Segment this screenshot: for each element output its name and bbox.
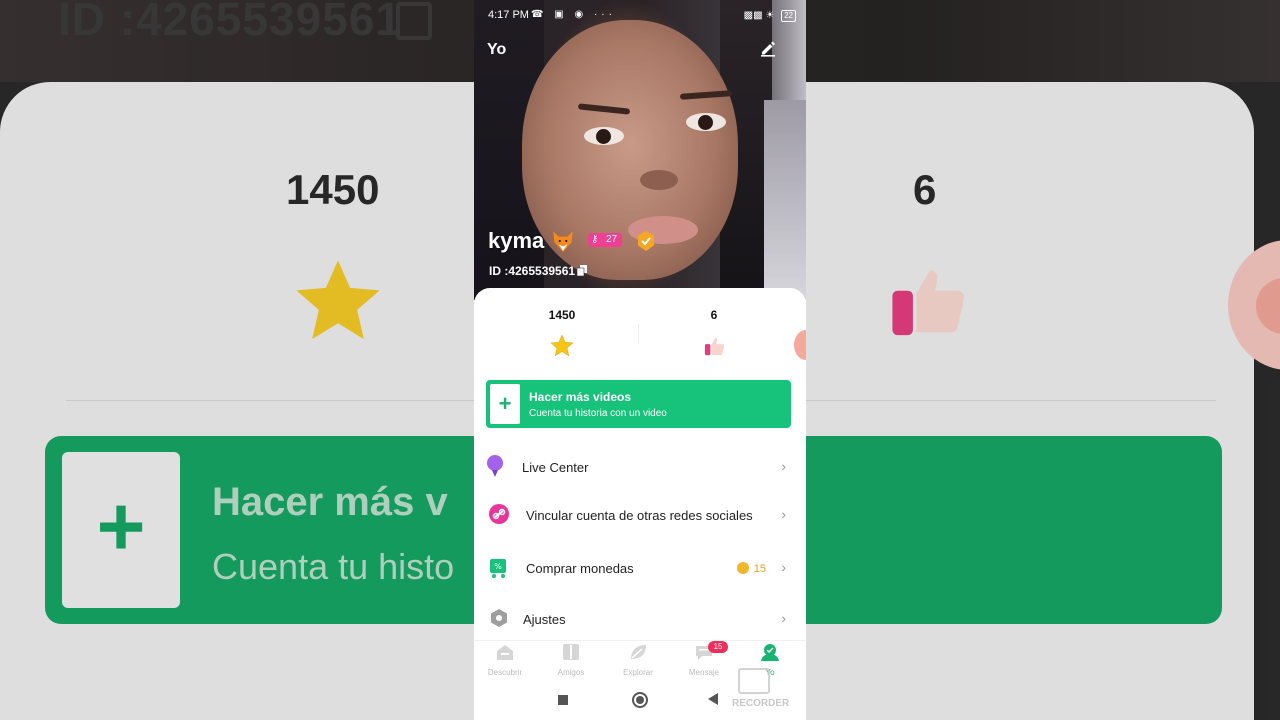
chevron-right-icon: › (781, 506, 786, 522)
brow-left (577, 103, 631, 115)
key-icon: ⚷ (591, 234, 599, 245)
profile-icon (761, 644, 779, 661)
tab-friends[interactable]: Amigos (541, 643, 601, 677)
menu-item-buy-coins[interactable]: % Comprar monedas 15 › (474, 547, 806, 591)
eye-left (584, 127, 624, 145)
make-video-subtitle: Cuenta tu historia con un video (529, 408, 667, 419)
signal-icon: ▩▩ (743, 10, 763, 21)
menu-item-settings[interactable]: Ajustes › (474, 598, 806, 642)
cart-icon: % (490, 559, 506, 578)
floating-record-button[interactable] (794, 330, 806, 360)
tab-label-discover: Descubrir (487, 668, 523, 677)
status-bar: 4:17 PM ☎ ▣ ◉ ··· ▩▩ ☀ 22 (474, 6, 806, 26)
recorder-icon (738, 668, 770, 694)
messages-badge: 15 (708, 641, 728, 653)
level-badge: ⚷ 27 (588, 233, 622, 247)
leaf-icon (631, 645, 646, 659)
menu-label-link-social: Vincular cuenta de otras redes sociales (526, 508, 753, 523)
tab-label-explore: Explorar (623, 668, 653, 677)
profile-name: kyma (488, 228, 545, 253)
tab-discover[interactable]: Descubrir (475, 643, 535, 677)
photo-background-right (764, 100, 806, 300)
level-number: 27 (606, 234, 618, 245)
notification-icons: ☎ ▣ ◉ ··· (531, 9, 616, 20)
menu-label-live-center: Live Center (522, 460, 589, 475)
tab-label-friends: Amigos (557, 668, 585, 677)
stars-count: 1450 (548, 308, 576, 322)
settings-icon (491, 609, 507, 627)
battery-icon: 22 (781, 10, 796, 22)
chevron-right-icon: › (781, 610, 786, 626)
back-button[interactable] (708, 693, 718, 705)
chevron-right-icon: › (781, 559, 786, 575)
chevron-right-icon: › (781, 458, 786, 474)
likes-stat[interactable]: 6 (674, 308, 754, 322)
copy-icon[interactable] (577, 265, 587, 276)
status-time: 4:17 PM (488, 9, 529, 21)
link-icon (489, 504, 509, 524)
recents-button[interactable] (558, 695, 568, 705)
stats-divider (638, 324, 639, 344)
star-icon (550, 334, 574, 357)
profile-photo (474, 0, 806, 300)
coin-icon (736, 562, 749, 574)
live-center-icon (487, 455, 503, 477)
phone-screen: 4:17 PM ☎ ▣ ◉ ··· ▩▩ ☀ 22 Yo kyma ⚷ 27 I… (474, 0, 806, 720)
brow-right (679, 90, 733, 100)
page-title: Yo (487, 41, 507, 58)
wifi-icon: ☀ (765, 10, 775, 21)
menu-label-settings: Ajustes (523, 612, 566, 627)
stars-stat[interactable]: 1450 (522, 308, 602, 322)
plus-icon: + (490, 384, 520, 424)
nose (640, 170, 678, 190)
thumbs-up-icon (704, 337, 725, 356)
eye-right (686, 113, 726, 131)
friends-icon (563, 644, 579, 660)
profile-id: ID :4265539561 (489, 264, 576, 278)
tab-explore[interactable]: Explorar (608, 643, 668, 677)
recorder-watermark: RECORDER (732, 668, 792, 716)
likes-count: 6 (710, 308, 718, 322)
menu-item-link-social[interactable]: Vincular cuenta de otras redes sociales … (474, 494, 806, 538)
menu-item-live-center[interactable]: Live Center › (474, 446, 806, 490)
recorder-text: RECORDER (732, 698, 790, 709)
fox-emoji-icon (553, 231, 573, 252)
menu-label-buy-coins: Comprar monedas (526, 561, 634, 576)
tab-label-messages: Mensaje (688, 668, 720, 677)
status-right-icons: ▩▩ ☀ 22 (744, 10, 796, 22)
make-video-title: Hacer más videos (529, 390, 632, 404)
tab-messages[interactable]: Mensaje 15 (674, 641, 734, 677)
home-button[interactable] (632, 692, 648, 708)
svg-text:%: % (494, 562, 502, 571)
make-video-button[interactable]: + Hacer más videos Cuenta tu historia co… (486, 380, 791, 428)
coin-balance: 15 (736, 562, 766, 575)
home-icon (497, 645, 513, 660)
verified-badge-icon (638, 231, 654, 251)
coin-count: 15 (753, 563, 766, 575)
edit-icon[interactable] (758, 38, 778, 58)
